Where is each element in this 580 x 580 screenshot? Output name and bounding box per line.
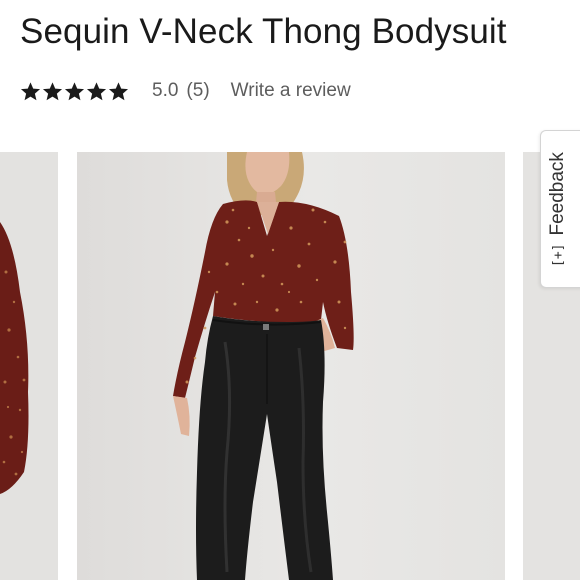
feedback-content: [+] Feedback: [547, 152, 569, 267]
star-icon: [86, 81, 107, 100]
star-rating[interactable]: [20, 81, 129, 102]
star-icon: [42, 81, 63, 100]
star-icon: [64, 81, 85, 100]
rating-row: 5.0 (5) Write a review: [20, 78, 351, 104]
main-product-image[interactable]: [77, 152, 505, 580]
star-icon: [20, 81, 41, 100]
rating-value: 5.0: [152, 80, 179, 101]
review-count[interactable]: (5): [186, 80, 209, 102]
star-icon: [108, 81, 129, 100]
write-review-link[interactable]: Write a review: [231, 80, 351, 102]
plus-bracket-icon: [+]: [550, 243, 566, 267]
feedback-tab[interactable]: [+] Feedback: [540, 130, 580, 288]
feedback-label: Feedback: [547, 152, 568, 236]
previous-product-image[interactable]: [0, 152, 58, 580]
product-title: Sequin V-Neck Thong Bodysuit: [20, 12, 507, 51]
previous-product-photo: [0, 222, 29, 494]
main-product-photo: [173, 152, 354, 580]
product-image-carousel[interactable]: [0, 152, 580, 580]
